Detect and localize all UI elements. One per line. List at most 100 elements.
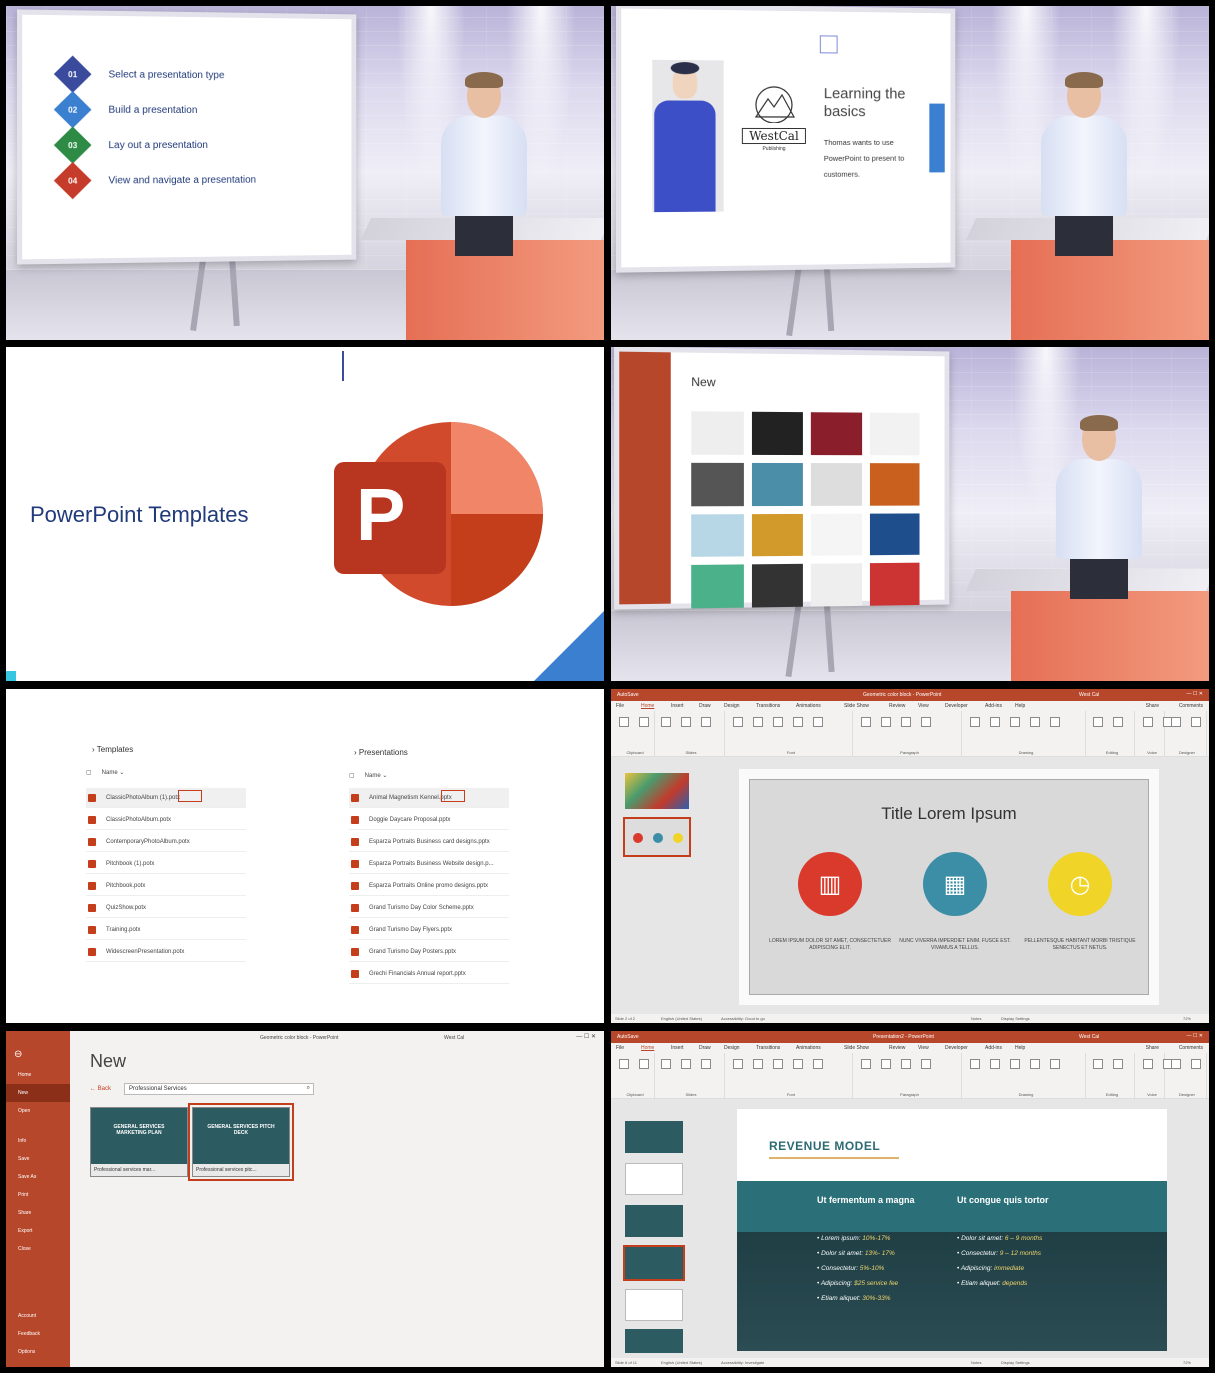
template-thumb[interactable] xyxy=(869,462,920,506)
user-name[interactable]: West Cal xyxy=(1079,692,1099,698)
templates-breadcrumb[interactable]: › Templates xyxy=(92,745,133,754)
file-row[interactable]: ClassicPhotoAlbum.potx xyxy=(86,810,246,830)
ribbon-button-icon[interactable] xyxy=(1143,1059,1153,1069)
column-1-bullets[interactable]: • Lorem ipsum: 10%-17% • Dolor sit amet: … xyxy=(817,1235,937,1310)
tab-view[interactable]: View xyxy=(918,1045,929,1051)
sidebar-item-print[interactable]: Print xyxy=(6,1186,70,1204)
slide-thumb-1[interactable] xyxy=(625,773,689,809)
file-row[interactable]: ContemporaryPhotoAlbum.potx xyxy=(86,832,246,852)
bullet-item[interactable]: • Consectetur: 5%-10% xyxy=(817,1265,937,1272)
autosave-label[interactable]: AutoSave xyxy=(617,1034,639,1040)
chart-icon-circle[interactable]: ▥ xyxy=(798,852,862,916)
template-thumb[interactable] xyxy=(751,411,803,455)
circle-caption[interactable]: LOREM IPSUM DOLOR SIT AMET, CONSECTETUER… xyxy=(768,938,892,952)
sidebar-item-save-as[interactable]: Save As xyxy=(6,1168,70,1186)
ribbon-button-icon[interactable] xyxy=(733,717,743,727)
file-row[interactable]: Grand Turismo Day Posters.pptx xyxy=(349,942,509,962)
back-link[interactable]: ← Back xyxy=(90,1086,111,1092)
file-row[interactable]: Esparza Portraits Business Website desig… xyxy=(349,854,509,874)
tab-home[interactable]: Home xyxy=(641,703,654,709)
back-arrow-icon[interactable]: ⊖ xyxy=(6,1049,70,1060)
presentations-breadcrumb[interactable]: › Presentations xyxy=(354,748,408,757)
share-button[interactable]: Share xyxy=(1146,1045,1159,1051)
ribbon-button-icon[interactable] xyxy=(1171,717,1181,727)
ribbon-button-icon[interactable] xyxy=(1191,717,1201,727)
status-accessibility[interactable]: Accessibility: Good to go xyxy=(721,1016,765,1021)
ribbon-button-icon[interactable] xyxy=(753,717,763,727)
tab-help[interactable]: Help xyxy=(1015,703,1025,709)
file-row[interactable]: Grand Turismo Day Flyers.pptx xyxy=(349,920,509,940)
tab-review[interactable]: Review xyxy=(889,703,905,709)
ribbon-button-icon[interactable] xyxy=(1010,1059,1020,1069)
file-row[interactable]: Esparza Portraits Online promo designs.p… xyxy=(349,876,509,896)
ribbon-button-icon[interactable] xyxy=(1050,1059,1060,1069)
tab-slide-show[interactable]: Slide Show xyxy=(844,1045,869,1051)
slide-canvas[interactable]: Title Lorem Ipsum ▥ LOREM IPSUM DOLOR SIT… xyxy=(739,769,1159,1005)
slide-thumb-8[interactable] xyxy=(625,1329,683,1353)
tab-insert[interactable]: Insert xyxy=(671,703,684,709)
ribbon-button-icon[interactable] xyxy=(813,717,823,727)
ribbon-button-icon[interactable] xyxy=(793,717,803,727)
tab-animations[interactable]: Animations xyxy=(796,1045,821,1051)
tab-draw[interactable]: Draw xyxy=(699,1045,711,1051)
bullet-item[interactable]: • Dolor sit amet: 13%- 17% xyxy=(817,1250,937,1257)
template-thumb[interactable] xyxy=(810,513,862,557)
sidebar-item-account[interactable]: Account xyxy=(6,1307,70,1325)
tab-insert[interactable]: Insert xyxy=(671,1045,684,1051)
ribbon-button-icon[interactable] xyxy=(733,1059,743,1069)
user-name[interactable]: West Cal xyxy=(444,1035,464,1041)
ribbon-button-icon[interactable] xyxy=(921,1059,931,1069)
ribbon-button-icon[interactable] xyxy=(1093,1059,1103,1069)
notes-button[interactable]: Notes xyxy=(971,1016,981,1021)
sidebar-item-info[interactable]: Info xyxy=(6,1132,70,1150)
ribbon-button-icon[interactable] xyxy=(753,1059,763,1069)
tab-developer[interactable]: Developer xyxy=(945,1045,968,1051)
ribbon-button-icon[interactable] xyxy=(773,717,783,727)
bullet-item[interactable]: • Lorem ipsum: 10%-17% xyxy=(817,1235,937,1242)
sidebar-item-close[interactable]: Close xyxy=(6,1240,70,1258)
ribbon-button-icon[interactable] xyxy=(901,1059,911,1069)
file-row[interactable]: Pitchbook.potx xyxy=(86,876,246,896)
file-row[interactable]: Pitchbook (1).potx xyxy=(86,854,246,874)
slide-title[interactable]: Title Lorem Ipsum xyxy=(750,804,1148,824)
template-thumb[interactable] xyxy=(810,412,862,455)
ribbon-button-icon[interactable] xyxy=(701,717,711,727)
ribbon-button-icon[interactable] xyxy=(921,717,931,727)
column-2-title[interactable]: Ut congue quis tortor xyxy=(957,1195,1049,1205)
template-thumb[interactable] xyxy=(810,563,862,607)
sidebar-item-open[interactable]: Open xyxy=(6,1102,70,1120)
ribbon-button-icon[interactable] xyxy=(661,1059,671,1069)
ribbon-button-icon[interactable] xyxy=(773,1059,783,1069)
tab-review[interactable]: Review xyxy=(889,1045,905,1051)
template-thumb[interactable] xyxy=(751,462,803,506)
ribbon-button-icon[interactable] xyxy=(619,717,629,727)
share-button[interactable]: Share xyxy=(1146,703,1159,709)
window-controls[interactable]: — ☐ ✕ xyxy=(1187,691,1203,697)
tab-animations[interactable]: Animations xyxy=(796,703,821,709)
ribbon-button-icon[interactable] xyxy=(619,1059,629,1069)
file-row[interactable]: Training.potx xyxy=(86,920,246,940)
window-controls[interactable]: — ☐ ✕ xyxy=(1187,1033,1203,1039)
ribbon-button-icon[interactable] xyxy=(861,1059,871,1069)
tab-design[interactable]: Design xyxy=(724,1045,740,1051)
slide-thumb-4[interactable] xyxy=(625,1163,683,1195)
sidebar-item-new[interactable]: New xyxy=(6,1084,70,1102)
comments-button[interactable]: Comments xyxy=(1179,703,1203,709)
user-name[interactable]: West Cal xyxy=(1079,1034,1099,1040)
ribbon-button-icon[interactable] xyxy=(1030,1059,1040,1069)
bullet-item[interactable]: • Adipiscing: $25 service fee xyxy=(817,1280,937,1287)
tab-file[interactable]: File xyxy=(616,703,624,709)
ribbon-button-icon[interactable] xyxy=(681,717,691,727)
ribbon-button-icon[interactable] xyxy=(881,717,891,727)
zoom-level[interactable]: 72% xyxy=(1183,1016,1191,1021)
ribbon-button-icon[interactable] xyxy=(1171,1059,1181,1069)
ribbon-button-icon[interactable] xyxy=(1050,717,1060,727)
ribbon-button-icon[interactable] xyxy=(1030,717,1040,727)
search-icon[interactable]: ⌕ xyxy=(307,1085,310,1092)
sidebar-item-share[interactable]: Share xyxy=(6,1204,70,1222)
ribbon-button-icon[interactable] xyxy=(970,717,980,727)
tab-slide-show[interactable]: Slide Show xyxy=(844,703,869,709)
template-thumb[interactable] xyxy=(691,411,744,455)
bullet-item[interactable]: • Etiam aliquet: depends xyxy=(957,1280,1077,1287)
display-settings-button[interactable]: Display Settings xyxy=(1001,1016,1030,1021)
